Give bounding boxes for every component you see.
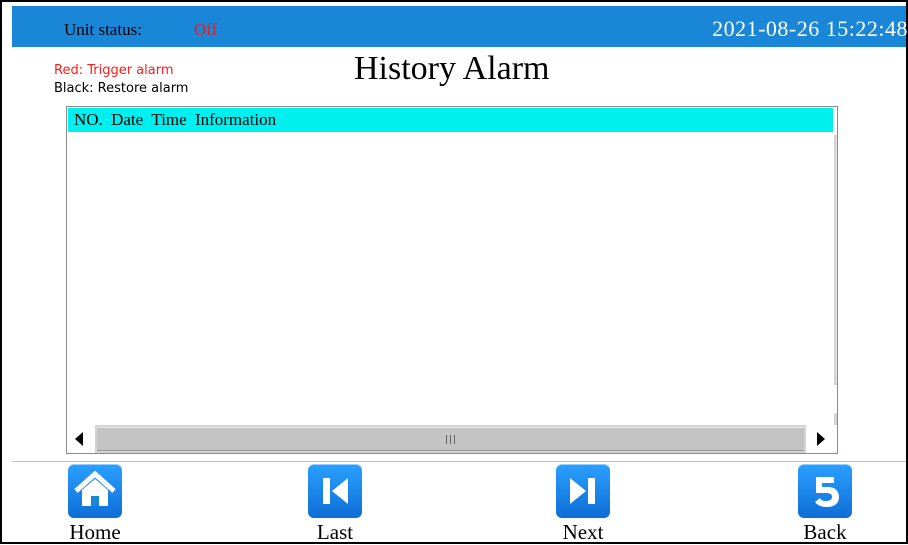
scroll-right-button[interactable]	[806, 425, 834, 453]
scroll-left-button[interactable]	[67, 425, 95, 453]
column-header-date: Date	[111, 110, 144, 129]
page-title: History Alarm	[354, 50, 550, 87]
legend-restore-alarm: Black: Restore alarm	[54, 81, 189, 96]
scrollbar-corner	[834, 425, 837, 453]
back-button[interactable]: Back	[798, 464, 866, 544]
date-time-display: 2021-08-26 15:22:48	[712, 16, 908, 41]
last-button[interactable]: Last	[308, 464, 376, 544]
grip-icon	[446, 435, 455, 444]
back-label: Back	[803, 520, 847, 544]
list-header-row: NO. Date Time Information	[68, 108, 833, 132]
home-icon	[68, 464, 122, 518]
skip-forward-icon	[556, 464, 610, 518]
column-header-information: Information	[194, 110, 277, 129]
column-header-no: NO.	[74, 110, 103, 129]
alarm-history-list[interactable]: NO. Date Time Information	[66, 106, 838, 454]
unit-status-label: Unit status:	[64, 20, 142, 39]
scroll-up-button[interactable]	[834, 107, 837, 135]
skip-back-icon	[308, 464, 362, 518]
last-label: Last	[316, 520, 354, 544]
vertical-scrollbar[interactable]	[834, 107, 837, 453]
top-status-bar: Unit status: Off 2021-08-26 15:22:48	[12, 6, 908, 47]
arrow-left-icon	[75, 432, 83, 446]
home-button[interactable]: Home	[68, 464, 136, 544]
next-label: Next	[562, 520, 604, 544]
horizontal-scroll-thumb[interactable]	[97, 427, 804, 451]
screen-frame: Unit status: Off 2021-08-26 15:22:48 Red…	[0, 0, 908, 544]
arrow-right-icon	[817, 432, 825, 446]
column-header-time: Time	[151, 110, 187, 129]
return-icon	[798, 464, 852, 518]
horizontal-scrollbar[interactable]	[67, 425, 834, 453]
unit-status-value: Off	[194, 20, 218, 39]
vertical-scroll-thumb[interactable]	[836, 137, 837, 383]
footer-divider	[12, 461, 906, 462]
home-label: Home	[69, 520, 121, 544]
scroll-down-button[interactable]	[834, 385, 837, 413]
legend-trigger-alarm: Red: Trigger alarm	[54, 63, 174, 78]
next-button[interactable]: Next	[556, 464, 624, 544]
